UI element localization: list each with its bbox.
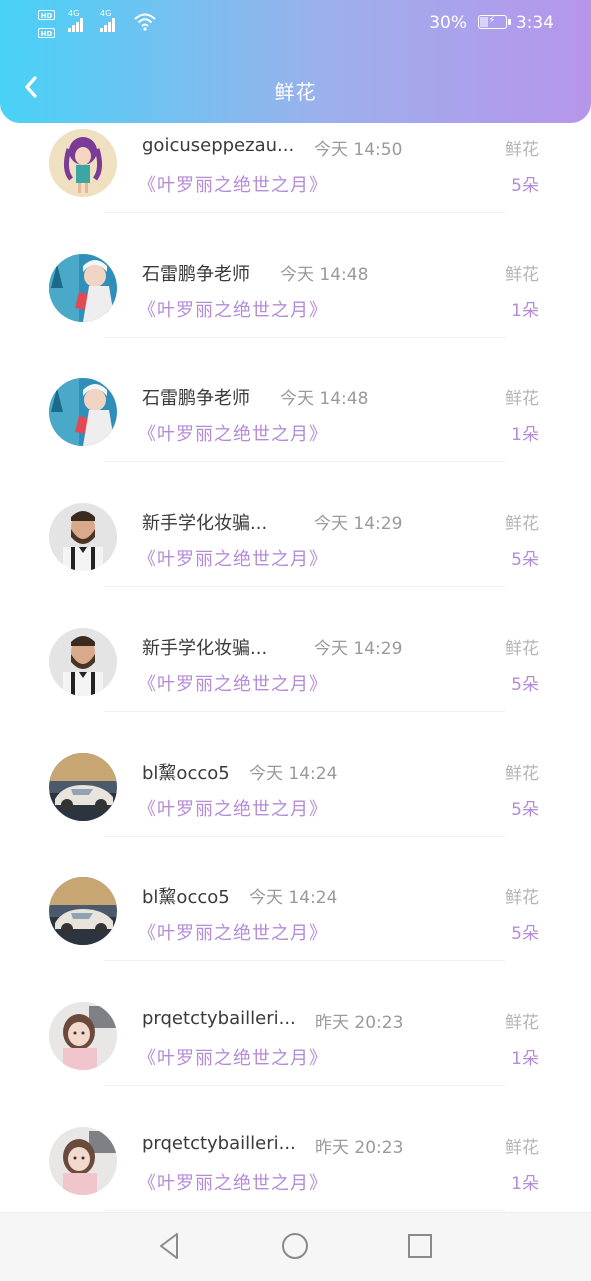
gift-target-work[interactable]: 《叶罗丽之绝世之月》 xyxy=(138,1044,328,1070)
battery-fill xyxy=(480,16,488,27)
send-time: 今天 14:50 xyxy=(314,140,403,160)
sender-name: bl黧occo5 xyxy=(142,887,230,909)
sender-name: prqetctybailleri... xyxy=(142,1132,296,1154)
avatar[interactable] xyxy=(49,1001,117,1070)
send-time: 今天 14:29 xyxy=(314,514,403,535)
send-time: 昨天 20:23 xyxy=(315,1137,404,1158)
nav-home-button[interactable] xyxy=(278,1229,312,1263)
signal-icon xyxy=(68,16,86,32)
list-item[interactable]: 新手学化妆骗... 今天 14:29 鲜花《叶罗丽之绝世之月》 5朵 xyxy=(0,588,591,712)
gift-type: 鲜花 xyxy=(505,514,539,535)
gift-count: 5朵 xyxy=(511,674,539,695)
gift-target-work[interactable]: 《叶罗丽之绝世之月》 xyxy=(138,1169,328,1195)
gift-target-work[interactable]: 《叶罗丽之绝世之月》 xyxy=(138,420,328,446)
gift-count: 5朵 xyxy=(511,550,539,571)
sender-name: 石雷鹏争老师 xyxy=(142,263,250,285)
system-nav-bar xyxy=(0,1212,591,1281)
avatar[interactable] xyxy=(49,503,117,572)
signal-icon xyxy=(100,16,118,32)
gift-type: 鲜花 xyxy=(505,1137,539,1158)
list-item[interactable]: goicuseppezau... 今天 14:50 鲜花《叶罗丽之绝世之月》 5朵 xyxy=(0,112,591,213)
send-time: 今天 14:24 xyxy=(249,888,338,909)
avatar[interactable] xyxy=(49,627,117,696)
gift-type: 鲜花 xyxy=(505,140,539,160)
gift-count: 5朵 xyxy=(511,799,539,820)
sender-name: bl黧occo5 xyxy=(142,762,230,784)
gift-count: 1朵 xyxy=(511,300,539,321)
sender-name: 石雷鹏争老师 xyxy=(142,388,250,410)
sender-name: 新手学化妆骗... xyxy=(142,637,268,659)
clock: 3:34 xyxy=(515,13,554,33)
gift-count: 5朵 xyxy=(511,176,539,196)
gift-target-work[interactable]: 《叶罗丽之绝世之月》 xyxy=(138,545,328,571)
gift-count: 5朵 xyxy=(511,924,539,945)
send-time: 今天 14:48 xyxy=(280,264,369,285)
nav-back-button[interactable] xyxy=(152,1229,186,1263)
battery-percent: 30% xyxy=(429,13,467,33)
status-bar: HD HD 4G 4G 30% ⚡ 3:34 xyxy=(0,0,591,48)
send-time: 今天 14:24 xyxy=(249,763,338,784)
charging-bolt-icon: ⚡ xyxy=(488,14,496,26)
avatar[interactable] xyxy=(49,877,117,946)
row-divider xyxy=(104,1209,505,1211)
avatar[interactable] xyxy=(49,752,117,821)
square-recents-icon xyxy=(408,1234,432,1258)
app-header: HD HD 4G 4G 30% ⚡ 3:34 鲜花 xyxy=(0,0,591,123)
list-item[interactable]: prqetctybailleri... 昨天 20:23 鲜花《叶罗丽之绝世之月》 1… xyxy=(0,1087,591,1211)
nav-recents-button[interactable] xyxy=(403,1229,437,1263)
circle-home-icon xyxy=(282,1233,308,1259)
list-item[interactable]: 新手学化妆骗... 今天 14:29 鲜花《叶罗丽之绝世之月》 5朵 xyxy=(0,463,591,588)
sender-name: prqetctybailleri... xyxy=(142,1007,296,1029)
gift-target-work[interactable]: 《叶罗丽之绝世之月》 xyxy=(138,296,328,322)
list-item[interactable]: 石雷鹏争老师 今天 14:48 鲜花《叶罗丽之绝世之月》 1朵 xyxy=(0,338,591,463)
gift-type: 鲜花 xyxy=(505,638,539,659)
avatar[interactable] xyxy=(49,378,117,447)
list-item[interactable]: bl黧occo5 今天 14:24 鲜花《叶罗丽之绝世之月》 5朵 xyxy=(0,837,591,962)
wifi-icon xyxy=(134,13,156,31)
list-item[interactable]: prqetctybailleri... 昨天 20:23 鲜花《叶罗丽之绝世之月》 1… xyxy=(0,962,591,1086)
hd-icon: HD xyxy=(38,10,55,20)
send-time: 今天 14:48 xyxy=(280,389,369,410)
gift-target-work[interactable]: 《叶罗丽之绝世之月》 xyxy=(138,171,328,197)
flower-record-list[interactable]: goicuseppezau... 今天 14:50 鲜花 《叶罗丽之绝世之月》 5朵 石雷… xyxy=(0,112,591,1212)
sender-name: goicuseppezau... xyxy=(142,135,295,156)
gift-target-work[interactable]: 《叶罗丽之绝世之月》 xyxy=(138,919,328,945)
send-time: 今天 14:29 xyxy=(314,638,403,659)
gift-type: 鲜花 xyxy=(505,763,539,784)
avatar[interactable] xyxy=(49,1126,117,1195)
hd-icon: HD xyxy=(38,28,55,38)
gift-type: 鲜花 xyxy=(505,264,539,285)
gift-count: 1朵 xyxy=(511,1048,539,1069)
sender-name: 新手学化妆骗... xyxy=(142,513,268,535)
page-title: 鲜花 xyxy=(274,80,317,104)
status-right: 30% ⚡ 3:34 xyxy=(429,13,554,33)
gift-count: 1朵 xyxy=(511,425,539,446)
gift-target-work[interactable]: 《叶罗丽之绝世之月》 xyxy=(138,795,328,821)
avatar[interactable] xyxy=(49,253,117,322)
triangle-back-icon xyxy=(160,1233,178,1259)
avatar[interactable] xyxy=(49,129,117,197)
gift-type: 鲜花 xyxy=(505,1012,539,1033)
gift-type: 鲜花 xyxy=(505,888,539,909)
gift-type: 鲜花 xyxy=(505,389,539,410)
list-item[interactable]: bl黧occo5 今天 14:24 鲜花《叶罗丽之绝世之月》 5朵 xyxy=(0,713,591,837)
gift-count: 1朵 xyxy=(511,1173,539,1194)
list-item[interactable]: 石雷鹏争老师 今天 14:48 鲜花《叶罗丽之绝世之月》 1朵 xyxy=(0,214,591,338)
gift-target-work[interactable]: 《叶罗丽之绝世之月》 xyxy=(138,670,328,696)
battery-icon: ⚡ xyxy=(478,14,512,29)
send-time: 昨天 20:23 xyxy=(315,1012,404,1033)
